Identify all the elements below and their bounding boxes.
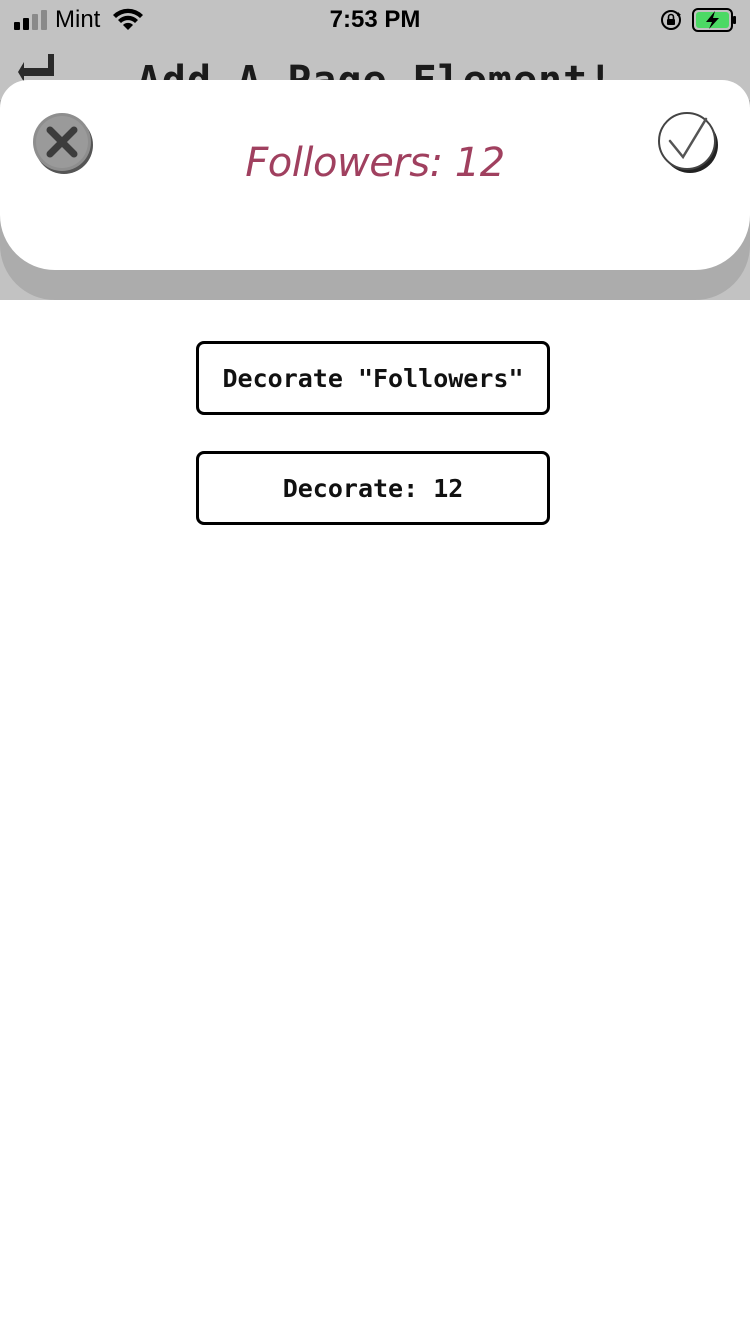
- decorate-value-button[interactable]: Decorate: 12: [196, 451, 550, 525]
- modal-title: Followers: 12: [245, 140, 505, 186]
- screen: Add A Page Element! Mint 7:53 PM: [0, 0, 750, 1334]
- status-time: 7:53 PM: [329, 6, 421, 33]
- checkmark-icon[interactable]: [656, 111, 720, 175]
- battery-charging-icon: [692, 8, 736, 32]
- rotation-lock-icon: [661, 10, 681, 30]
- decorate-label-button[interactable]: Decorate "Followers": [196, 341, 550, 415]
- status-bar: Mint 7:53 PM: [0, 0, 750, 40]
